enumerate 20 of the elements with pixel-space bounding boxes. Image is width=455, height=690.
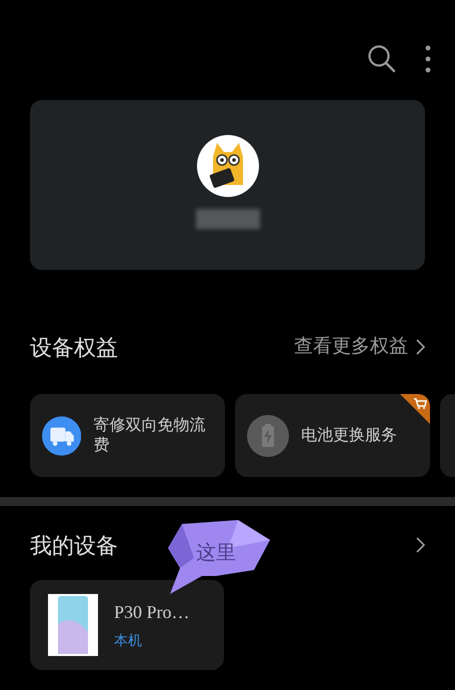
avatar-drawing[interactable]	[196, 135, 258, 197]
callout-text: 这里	[196, 541, 236, 566]
benefit-label: 电池更换服务	[301, 426, 397, 446]
benefit-label: 寄修双向免物流费	[93, 416, 206, 456]
search-icon[interactable]	[367, 44, 397, 74]
benefit-card[interactable]: 电池更换服务	[235, 394, 430, 477]
device-card[interactable]: P30 Pro… 本机	[30, 580, 224, 670]
chevron-right-icon[interactable]	[416, 537, 425, 553]
benefit-card[interactable]: 寄修双向免物流费	[30, 394, 225, 477]
phone-drawing	[48, 594, 98, 656]
device-name: P30 Pro…	[114, 601, 190, 624]
chevron-right-icon	[416, 339, 425, 355]
device-tag: 本机	[114, 630, 190, 651]
section-title: 我的设备	[30, 532, 118, 560]
battery-icon	[247, 414, 289, 456]
section-title: 设备权益	[30, 334, 118, 362]
blurred-username	[196, 209, 260, 229]
more-benefits-link[interactable]: 查看更多权益	[294, 332, 425, 362]
more-options-icon[interactable]	[425, 45, 431, 73]
truck-icon	[42, 414, 82, 456]
